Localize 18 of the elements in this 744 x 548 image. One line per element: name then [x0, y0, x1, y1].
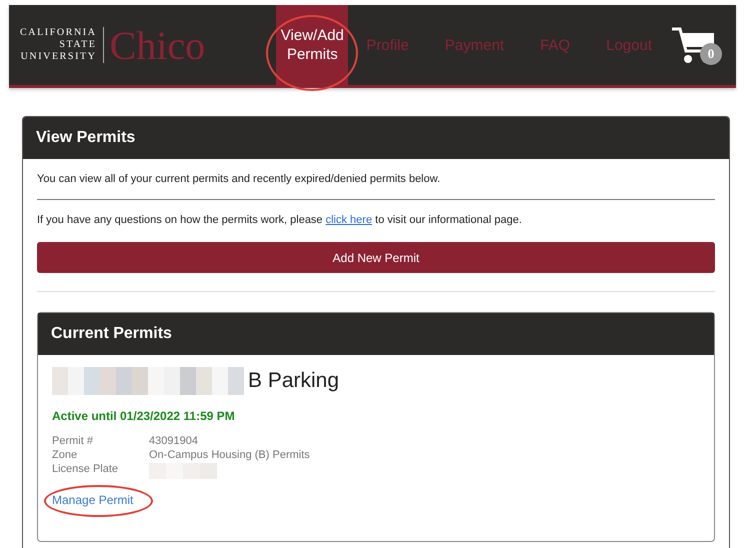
info-link[interactable]: click here: [326, 214, 372, 226]
field-value: 43091904: [149, 435, 199, 447]
logo-name: Chico: [110, 22, 206, 68]
intro-text: You can view all of your current permits and recently expired/denied permits below.: [37, 172, 442, 187]
field-value: On-Campus Housing (B) Permits: [149, 449, 311, 461]
nav-tab[interactable]: View/Add Permits: [276, 5, 348, 85]
card-title: Current Permits: [38, 313, 714, 355]
field-label: License Plate: [52, 463, 120, 477]
field-label: Zone: [52, 449, 78, 461]
manage-permit-link[interactable]: Manage Permit: [52, 493, 134, 507]
permit-name: B Parking: [248, 369, 340, 393]
panel-title: View Permits: [23, 117, 729, 159]
permit-status: Active until 01/23/2022 11:59 PM: [52, 409, 236, 423]
logo-wordmark: CALIFORNIA STATE UNIVERSITY: [20, 27, 104, 63]
help-text: If you have any questions on how the permits work, please click here to visit our informational page.: [37, 213, 523, 228]
field-label: Permit #: [52, 435, 94, 447]
add-permit-button[interactable]: Add New Permit: [37, 242, 715, 273]
cart-count: 0: [700, 43, 722, 65]
